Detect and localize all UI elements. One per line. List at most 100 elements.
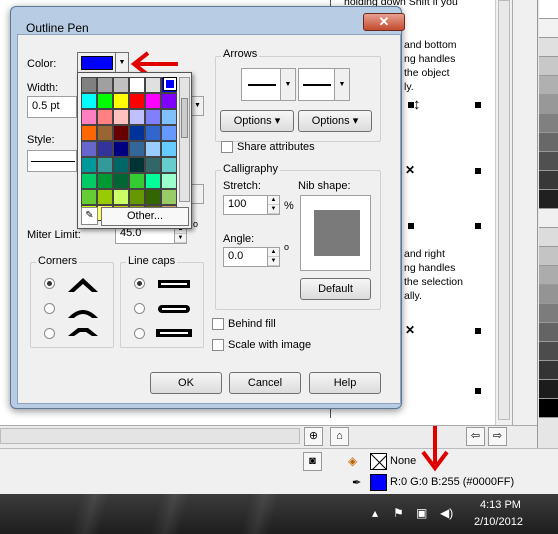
- nib-shape-preview[interactable]: [300, 195, 371, 271]
- color-popup-scrollbar[interactable]: [179, 77, 190, 202]
- help-button[interactable]: Help: [309, 372, 381, 394]
- palette-swatch[interactable]: [539, 19, 558, 38]
- palette-swatch[interactable]: [539, 190, 558, 209]
- color-swatch[interactable]: [113, 189, 129, 205]
- stretch-spinner[interactable]: ▲ ▼: [267, 195, 280, 215]
- palette-swatch[interactable]: [539, 57, 558, 76]
- home-page-icon[interactable]: ⌂: [330, 427, 349, 446]
- selection-handle[interactable]: [475, 168, 481, 174]
- color-swatch[interactable]: [161, 157, 177, 173]
- palette-swatch[interactable]: [539, 152, 558, 171]
- outline-color-swatch[interactable]: [370, 474, 387, 491]
- default-button[interactable]: Default: [300, 278, 371, 300]
- corner-round-radio[interactable]: [44, 303, 55, 314]
- color-swatch[interactable]: [81, 173, 97, 189]
- color-swatch[interactable]: [81, 157, 97, 173]
- selection-handle[interactable]: [408, 223, 414, 229]
- palette-swatch[interactable]: [539, 209, 558, 228]
- palette-swatch[interactable]: [539, 133, 558, 152]
- color-swatch[interactable]: [129, 109, 145, 125]
- angle-input[interactable]: 0.0: [223, 247, 268, 267]
- palette-swatch[interactable]: [539, 399, 558, 418]
- width-combobox[interactable]: 0.5 pt: [27, 96, 77, 118]
- cap-butt-radio[interactable]: [134, 278, 145, 289]
- color-swatch[interactable]: [113, 157, 129, 173]
- color-swatch[interactable]: [145, 189, 161, 205]
- color-swatch[interactable]: [113, 77, 129, 93]
- palette-swatch[interactable]: [539, 361, 558, 380]
- start-arrow-options-button[interactable]: Options ▾: [220, 110, 294, 132]
- selection-handle[interactable]: [475, 328, 481, 334]
- color-swatch-grid[interactable]: [81, 77, 177, 221]
- other-colors-button[interactable]: Other...: [101, 207, 189, 226]
- color-swatch[interactable]: [97, 77, 113, 93]
- color-swatch[interactable]: [129, 173, 145, 189]
- end-arrow-options-button[interactable]: Options ▾: [298, 110, 372, 132]
- color-swatch[interactable]: [145, 157, 161, 173]
- clock-time[interactable]: 4:13 PM: [480, 499, 521, 511]
- angle-spinner[interactable]: ▲ ▼: [267, 247, 280, 267]
- cancel-button[interactable]: Cancel: [229, 372, 301, 394]
- palette-swatch[interactable]: [539, 38, 558, 57]
- color-swatch[interactable]: [81, 109, 97, 125]
- color-swatch[interactable]: [113, 109, 129, 125]
- action-center-flag-icon[interactable]: ⚑: [393, 506, 404, 520]
- color-swatch[interactable]: [129, 125, 145, 141]
- palette-swatch[interactable]: [539, 380, 558, 399]
- color-swatch[interactable]: [129, 93, 145, 109]
- color-swatch[interactable]: [97, 141, 113, 157]
- color-swatch[interactable]: [145, 77, 161, 93]
- units-dropdown-icon[interactable]: ▼: [191, 96, 204, 116]
- color-swatch[interactable]: [81, 141, 97, 157]
- palette-swatch[interactable]: [539, 266, 558, 285]
- eyedropper-icon[interactable]: ✎: [81, 207, 98, 225]
- color-palette-strip[interactable]: [537, 0, 558, 448]
- color-swatch[interactable]: [113, 141, 129, 157]
- stretch-input[interactable]: 100: [223, 195, 268, 215]
- color-swatch[interactable]: [97, 173, 113, 189]
- palette-swatch[interactable]: [539, 0, 558, 19]
- scale-with-image-checkbox[interactable]: [212, 339, 224, 351]
- color-swatch[interactable]: [81, 125, 97, 141]
- share-attributes-checkbox[interactable]: [221, 141, 233, 153]
- color-swatch[interactable]: [113, 93, 129, 109]
- color-swatch[interactable]: [161, 189, 177, 205]
- style-combobox[interactable]: [27, 150, 77, 172]
- palette-swatch[interactable]: [539, 247, 558, 266]
- end-arrow-combobox[interactable]: ▼: [298, 68, 350, 101]
- palette-swatch[interactable]: [539, 323, 558, 342]
- color-swatch[interactable]: [97, 109, 113, 125]
- start-arrow-combobox[interactable]: ▼: [241, 68, 296, 101]
- horizontal-scrollbar[interactable]: [0, 428, 300, 444]
- behind-fill-checkbox[interactable]: [212, 318, 224, 330]
- fill-none-swatch[interactable]: [370, 453, 387, 470]
- palette-swatch[interactable]: [539, 285, 558, 304]
- corner-bevel-radio[interactable]: [44, 328, 55, 339]
- color-swatch[interactable]: [161, 141, 177, 157]
- color-swatch[interactable]: [161, 109, 177, 125]
- clock-date[interactable]: 2/10/2012: [474, 516, 523, 528]
- zoom-icon[interactable]: ⊕: [304, 427, 323, 446]
- color-swatch[interactable]: [81, 93, 97, 109]
- ok-button[interactable]: OK: [150, 372, 222, 394]
- color-swatch[interactable]: [97, 189, 113, 205]
- prev-page-icon[interactable]: ⇦: [466, 427, 485, 446]
- edit-style-button[interactable]: [191, 184, 204, 204]
- selection-handle[interactable]: [475, 102, 481, 108]
- color-swatch[interactable]: [129, 157, 145, 173]
- network-icon[interactable]: ▣: [416, 506, 427, 520]
- color-swatch[interactable]: [81, 189, 97, 205]
- color-swatch[interactable]: [97, 93, 113, 109]
- cap-square-radio[interactable]: [134, 328, 145, 339]
- color-picker-button[interactable]: ▼: [77, 52, 129, 74]
- palette-swatch[interactable]: [539, 342, 558, 361]
- color-swatch[interactable]: [113, 173, 129, 189]
- color-swatch[interactable]: [161, 93, 177, 109]
- color-swatch[interactable]: [81, 77, 97, 93]
- color-swatch[interactable]: [145, 109, 161, 125]
- palette-swatch[interactable]: [539, 228, 558, 247]
- tray-expand-icon[interactable]: ▴: [372, 506, 378, 520]
- color-swatch[interactable]: [145, 93, 161, 109]
- cap-round-radio[interactable]: [134, 303, 145, 314]
- color-swatch[interactable]: [129, 189, 145, 205]
